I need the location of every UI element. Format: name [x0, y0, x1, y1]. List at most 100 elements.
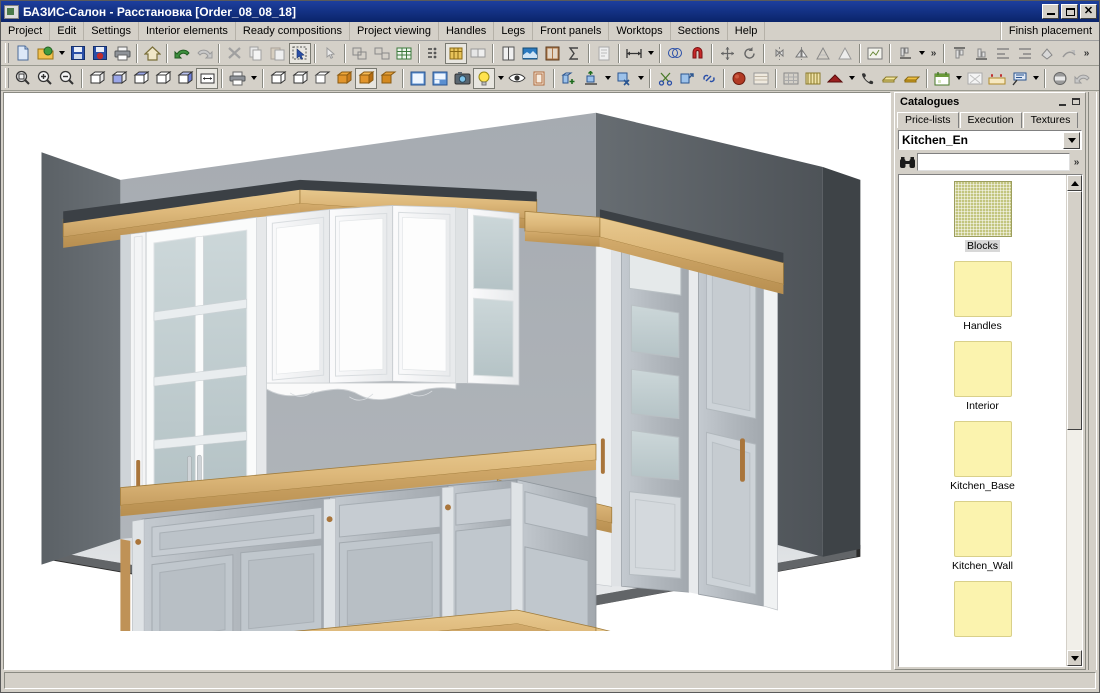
light-dropdown-icon[interactable] [495, 68, 506, 89]
new-document-icon[interactable] [12, 43, 34, 64]
duplicate-icon[interactable] [467, 43, 489, 64]
properties-list-icon[interactable] [423, 43, 445, 64]
catalogue-select[interactable]: Kitchen_En [898, 130, 1082, 150]
list-item[interactable] [899, 581, 1066, 640]
magnet-icon[interactable] [686, 43, 708, 64]
scroll-thumb[interactable] [1067, 191, 1082, 430]
print-preview-dropdown-icon[interactable] [248, 68, 259, 89]
redo-icon[interactable] [193, 43, 215, 64]
folder-thumbnail-icon[interactable] [954, 581, 1012, 637]
overlap-icon[interactable] [664, 43, 686, 64]
select-arrow-icon[interactable] [289, 43, 311, 64]
list-item[interactable]: Handles [899, 261, 1066, 332]
panel-split-icon[interactable] [429, 68, 451, 89]
zoom-window-icon[interactable] [12, 68, 34, 89]
align-dropdown-icon[interactable] [916, 43, 927, 64]
dimension-icon[interactable] [623, 43, 645, 64]
sum-icon[interactable] [563, 43, 585, 64]
drawing-icon[interactable] [864, 43, 886, 64]
align-left-icon[interactable] [992, 43, 1014, 64]
tab-execution[interactable]: Execution [960, 112, 1022, 128]
ungroup-icon[interactable] [371, 43, 393, 64]
menu-project-viewing[interactable]: Project viewing [350, 22, 439, 40]
menu-legs[interactable]: Legs [494, 22, 533, 40]
grid-icon[interactable] [780, 68, 802, 89]
sweep-icon[interactable] [1058, 43, 1080, 64]
roof-dd-arrow-icon[interactable] [846, 68, 857, 89]
add-cabinet-icon[interactable] [558, 68, 580, 89]
zoom-in-icon[interactable] [34, 68, 56, 89]
light-bulb-icon[interactable] [473, 68, 495, 89]
texture-icon[interactable] [750, 68, 772, 89]
delete-dropdown-icon[interactable] [635, 68, 646, 89]
menu-help[interactable]: Help [728, 22, 766, 40]
folder-thumbnail-icon[interactable] [954, 501, 1012, 557]
finish-placement-button[interactable]: Finish placement [1001, 22, 1099, 40]
frame-icon[interactable] [528, 68, 550, 89]
menu-front-panels[interactable]: Front panels [533, 22, 609, 40]
menu-project[interactable]: Project [1, 22, 50, 40]
menu-edit[interactable]: Edit [50, 22, 84, 40]
list-item[interactable]: Interior [899, 341, 1066, 412]
board-gold-icon[interactable] [901, 68, 923, 89]
cabinet-door-icon[interactable] [497, 43, 519, 64]
panorama-icon[interactable] [519, 43, 541, 64]
align-height-icon[interactable] [894, 43, 916, 64]
view-front-icon[interactable] [108, 68, 130, 89]
minimize-button[interactable] [1042, 4, 1059, 19]
view-side-icon[interactable] [152, 68, 174, 89]
catalogue-list[interactable]: Blocks Handles Interior Kitchen_Base [899, 175, 1066, 666]
eye-icon[interactable] [506, 68, 528, 89]
roof-dropdown-icon[interactable] [824, 68, 846, 89]
view-shaded-icon[interactable] [174, 68, 196, 89]
lift-cabinet-icon[interactable] [580, 68, 602, 89]
copy-icon[interactable] [245, 43, 267, 64]
package-icon[interactable] [445, 43, 467, 64]
scroll-down-button[interactable] [1067, 650, 1082, 666]
tab-textures[interactable]: Textures [1023, 112, 1079, 128]
delete-icon[interactable] [223, 43, 245, 64]
overflow-chevron-2-icon[interactable]: » [1080, 43, 1093, 64]
fit-view-icon[interactable] [196, 68, 218, 89]
overflow-chevron-icon[interactable]: » [927, 43, 940, 64]
chevron-down-icon[interactable] [1063, 132, 1080, 149]
angle-icon[interactable] [812, 43, 834, 64]
toolbar-grip[interactable] [5, 43, 9, 63]
lift-dropdown-icon[interactable] [602, 68, 613, 89]
zoom-out-icon[interactable] [56, 68, 78, 89]
open-folder-icon[interactable] [34, 43, 56, 64]
board-icon[interactable] [879, 68, 901, 89]
camera-icon[interactable] [451, 68, 473, 89]
menu-sections[interactable]: Sections [671, 22, 728, 40]
wire-box-2-icon[interactable] [289, 68, 311, 89]
scroll-track[interactable] [1067, 191, 1082, 650]
list-item[interactable]: Blocks [899, 181, 1066, 252]
calendar-icon[interactable] [931, 68, 953, 89]
rotate-3d-icon[interactable] [738, 43, 760, 64]
align-bottom-icon[interactable] [970, 43, 992, 64]
pick-arrow-icon[interactable] [319, 43, 341, 64]
scissors-icon[interactable] [654, 68, 676, 89]
maximize-button[interactable] [1061, 4, 1078, 19]
solid-box-icon[interactable] [333, 68, 355, 89]
calendar-dropdown-icon[interactable] [953, 68, 964, 89]
phone-icon[interactable] [857, 68, 879, 89]
cut-sheet-icon[interactable] [964, 68, 986, 89]
save-as-icon[interactable] [89, 43, 111, 64]
print-preview-icon[interactable] [226, 68, 248, 89]
paste-icon[interactable] [267, 43, 289, 64]
menu-handles[interactable]: Handles [439, 22, 494, 40]
catalogues-maximize-button[interactable] [1069, 95, 1083, 108]
view-iso-icon[interactable] [86, 68, 108, 89]
wire-box-1-icon[interactable] [267, 68, 289, 89]
menu-settings[interactable]: Settings [84, 22, 139, 40]
folder-thumbnail-icon[interactable] [954, 421, 1012, 477]
label-dropdown-icon[interactable] [1030, 68, 1041, 89]
dimension-dropdown-icon[interactable] [645, 43, 656, 64]
open-dropdown-icon[interactable] [56, 43, 67, 64]
toolbar-grip-2[interactable] [5, 68, 9, 88]
table-icon[interactable] [393, 43, 415, 64]
group-icon[interactable] [349, 43, 371, 64]
menu-worktops[interactable]: Worktops [609, 22, 670, 40]
tab-price-lists[interactable]: Price-lists [897, 112, 959, 128]
